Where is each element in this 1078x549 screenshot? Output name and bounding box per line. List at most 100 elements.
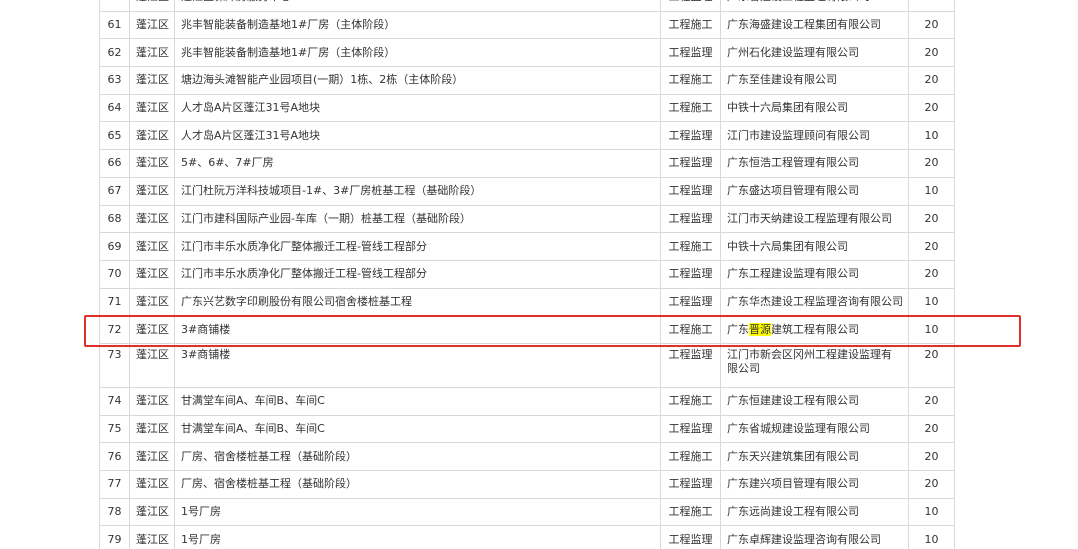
- project-name-cell: 3#商铺楼: [174, 315, 661, 344]
- table-row: 69 蓬江区 江门市丰乐水质净化厂整体搬迁工程-管线工程部分 工程施工 中铁十六局集团有…: [99, 232, 955, 261]
- company-cell: 广东晋源建筑工程有限公司: [720, 315, 909, 344]
- table-row: 65 蓬江区 人才岛A片区蓬江31号A地块 工程监理 江门市建设监理顾问有限公司 10: [99, 121, 955, 151]
- table-row: 64 蓬江区 人才岛A片区蓬江31号A地块 工程施工 中铁十六局集团有限公司 20: [99, 93, 955, 123]
- row-number-cell: 71: [99, 287, 130, 317]
- work-type-cell: 工程施工: [660, 315, 721, 344]
- company-cell: 江门市新会区冈州工程建设监理有限公司: [720, 342, 909, 388]
- table-body: 蓬江区蓬江区保障房服务中心工程监理广东省建设工程监理有限公司2061蓬江区兆丰智…: [99, 0, 955, 549]
- work-type-cell: 工程监理: [660, 149, 721, 178]
- row-number-cell: 74: [99, 386, 130, 416]
- results-table: 蓬江区蓬江区保障房服务中心工程监理广东省建设工程监理有限公司2061蓬江区兆丰智…: [99, 0, 955, 549]
- table-row: 73 蓬江区 3#商铺楼 工程监理 江门市新会区冈州工程建设监理有限公司 20: [99, 342, 955, 388]
- row-number-cell: 69: [99, 232, 130, 261]
- score-cell: 20: [908, 414, 955, 444]
- district-cell: 蓬江区: [129, 232, 175, 261]
- district-cell: 蓬江区: [129, 315, 175, 344]
- table-row: 75 蓬江区 甘满堂车间A、车间B、车间C 工程监理 广东省城规建设监理有限公司 20: [99, 414, 955, 444]
- table-row: 61 蓬江区 兆丰智能装备制造基地1#厂房（主体阶段） 工程施工 广东海盛建设工程集团有…: [99, 10, 955, 40]
- row-number-cell: 72: [99, 315, 130, 344]
- company-cell: 中铁十六局集团有限公司: [720, 232, 909, 261]
- project-name-cell: 甘满堂车间A、车间B、车间C: [174, 414, 661, 444]
- row-number-cell: 63: [99, 66, 130, 95]
- project-name-cell: 人才岛A片区蓬江31号A地块: [174, 93, 661, 123]
- score-cell: 20: [908, 342, 955, 388]
- page: 蓬江区蓬江区保障房服务中心工程监理广东省建设工程监理有限公司2061蓬江区兆丰智…: [0, 0, 1078, 549]
- district-cell: 蓬江区: [129, 10, 175, 40]
- row-number-cell: 67: [99, 176, 130, 206]
- work-type-cell: 工程施工: [660, 232, 721, 261]
- work-type-cell: 工程施工: [660, 93, 721, 123]
- work-type-cell: 工程施工: [660, 10, 721, 40]
- company-cell: 广东卓辉建设监理咨询有限公司: [720, 525, 909, 549]
- district-cell: 蓬江区: [129, 121, 175, 151]
- score-cell: 10: [908, 315, 955, 344]
- row-number-cell: 66: [99, 149, 130, 178]
- project-name-cell: 3#商铺楼: [174, 342, 661, 388]
- table-row: 71 蓬江区 广东兴艺数字印刷股份有限公司宿舍楼桩基工程 工程监理 广东华杰建设工程监理…: [99, 287, 955, 317]
- district-cell: 蓬江区: [129, 66, 175, 95]
- district-cell: 蓬江区: [129, 0, 175, 12]
- table-row: 68 蓬江区 江门市建科国际产业园-车库（一期）桩基工程（基础阶段） 工程监理 江门市天…: [99, 204, 955, 234]
- company-cell: 中铁十六局集团有限公司: [720, 93, 909, 123]
- company-cell: 广东省建设工程监理有限公司: [720, 0, 909, 12]
- work-type-cell: 工程监理: [660, 259, 721, 289]
- score-cell: 10: [908, 176, 955, 206]
- row-number-cell: 79: [99, 525, 130, 549]
- work-type-cell: 工程施工: [660, 386, 721, 416]
- district-cell: 蓬江区: [129, 497, 175, 527]
- district-cell: 蓬江区: [129, 149, 175, 178]
- company-text-post: 建筑工程有限公司: [771, 322, 859, 336]
- score-cell: 20: [908, 232, 955, 261]
- score-cell: 10: [908, 497, 955, 527]
- company-cell: 广东海盛建设工程集团有限公司: [720, 10, 909, 40]
- table-row: 66 蓬江区 5#、6#、7#厂房 工程监理 广东恒浩工程管理有限公司 20: [99, 149, 955, 178]
- table-row: 77 蓬江区 厂房、宿舍楼桩基工程（基础阶段） 工程监理 广东建兴项目管理有限公司 20: [99, 470, 955, 499]
- district-cell: 蓬江区: [129, 204, 175, 234]
- table-row: 74 蓬江区 甘满堂车间A、车间B、车间C 工程施工 广东恒建建设工程有限公司 20: [99, 386, 955, 416]
- score-cell: 20: [908, 93, 955, 123]
- company-text-pre: 广东: [727, 322, 749, 336]
- score-cell: 20: [908, 66, 955, 95]
- company-cell: 广东至佳建设有限公司: [720, 66, 909, 95]
- work-type-cell: 工程监理: [660, 0, 721, 12]
- district-cell: 蓬江区: [129, 525, 175, 549]
- score-cell: 20: [908, 38, 955, 68]
- work-type-cell: 工程监理: [660, 176, 721, 206]
- table-row: 蓬江区蓬江区保障房服务中心工程监理广东省建设工程监理有限公司20: [99, 0, 955, 12]
- score-cell: 10: [908, 525, 955, 549]
- district-cell: 蓬江区: [129, 470, 175, 499]
- company-cell: 广东盛达项目管理有限公司: [720, 176, 909, 206]
- company-cell: 广东远尚建设工程有限公司: [720, 497, 909, 527]
- row-number-cell: 70: [99, 259, 130, 289]
- project-name-cell: 广东兴艺数字印刷股份有限公司宿舍楼桩基工程: [174, 287, 661, 317]
- district-cell: 蓬江区: [129, 259, 175, 289]
- search-highlight: 晋源: [749, 322, 771, 336]
- project-name-cell: 蓬江区保障房服务中心: [174, 0, 661, 12]
- district-cell: 蓬江区: [129, 442, 175, 471]
- project-name-cell: 江门市建科国际产业园-车库（一期）桩基工程（基础阶段）: [174, 204, 661, 234]
- table-row: 62 蓬江区 兆丰智能装备制造基地1#厂房（主体阶段） 工程监理 广州石化建设监理有限公…: [99, 38, 955, 68]
- score-cell: 20: [908, 204, 955, 234]
- company-cell: 广东建兴项目管理有限公司: [720, 470, 909, 499]
- company-cell: 广东工程建设监理有限公司: [720, 259, 909, 289]
- row-number-cell: 64: [99, 93, 130, 123]
- table-row: 67 蓬江区 江门杜阮万洋科技城项目-1#、3#厂房桩基工程（基础阶段） 工程监理 广东…: [99, 176, 955, 206]
- score-cell: 20: [908, 10, 955, 40]
- score-cell: 20: [908, 442, 955, 471]
- company-cell: 广州石化建设监理有限公司: [720, 38, 909, 68]
- row-number-cell: 76: [99, 442, 130, 471]
- work-type-cell: 工程监理: [660, 38, 721, 68]
- project-name-cell: 甘满堂车间A、车间B、车间C: [174, 386, 661, 416]
- row-number-cell: 73: [99, 342, 130, 388]
- project-name-cell: 江门市丰乐水质净化厂整体搬迁工程-管线工程部分: [174, 259, 661, 289]
- company-cell: 广东华杰建设工程监理咨询有限公司: [720, 287, 909, 317]
- district-cell: 蓬江区: [129, 386, 175, 416]
- project-name-cell: 1号厂房: [174, 497, 661, 527]
- company-cell: 江门市天纳建设工程监理有限公司: [720, 204, 909, 234]
- score-cell: 20: [908, 386, 955, 416]
- work-type-cell: 工程监理: [660, 204, 721, 234]
- work-type-cell: 工程施工: [660, 66, 721, 95]
- company-cell: 广东恒浩工程管理有限公司: [720, 149, 909, 178]
- work-type-cell: 工程施工: [660, 497, 721, 527]
- work-type-cell: 工程监理: [660, 414, 721, 444]
